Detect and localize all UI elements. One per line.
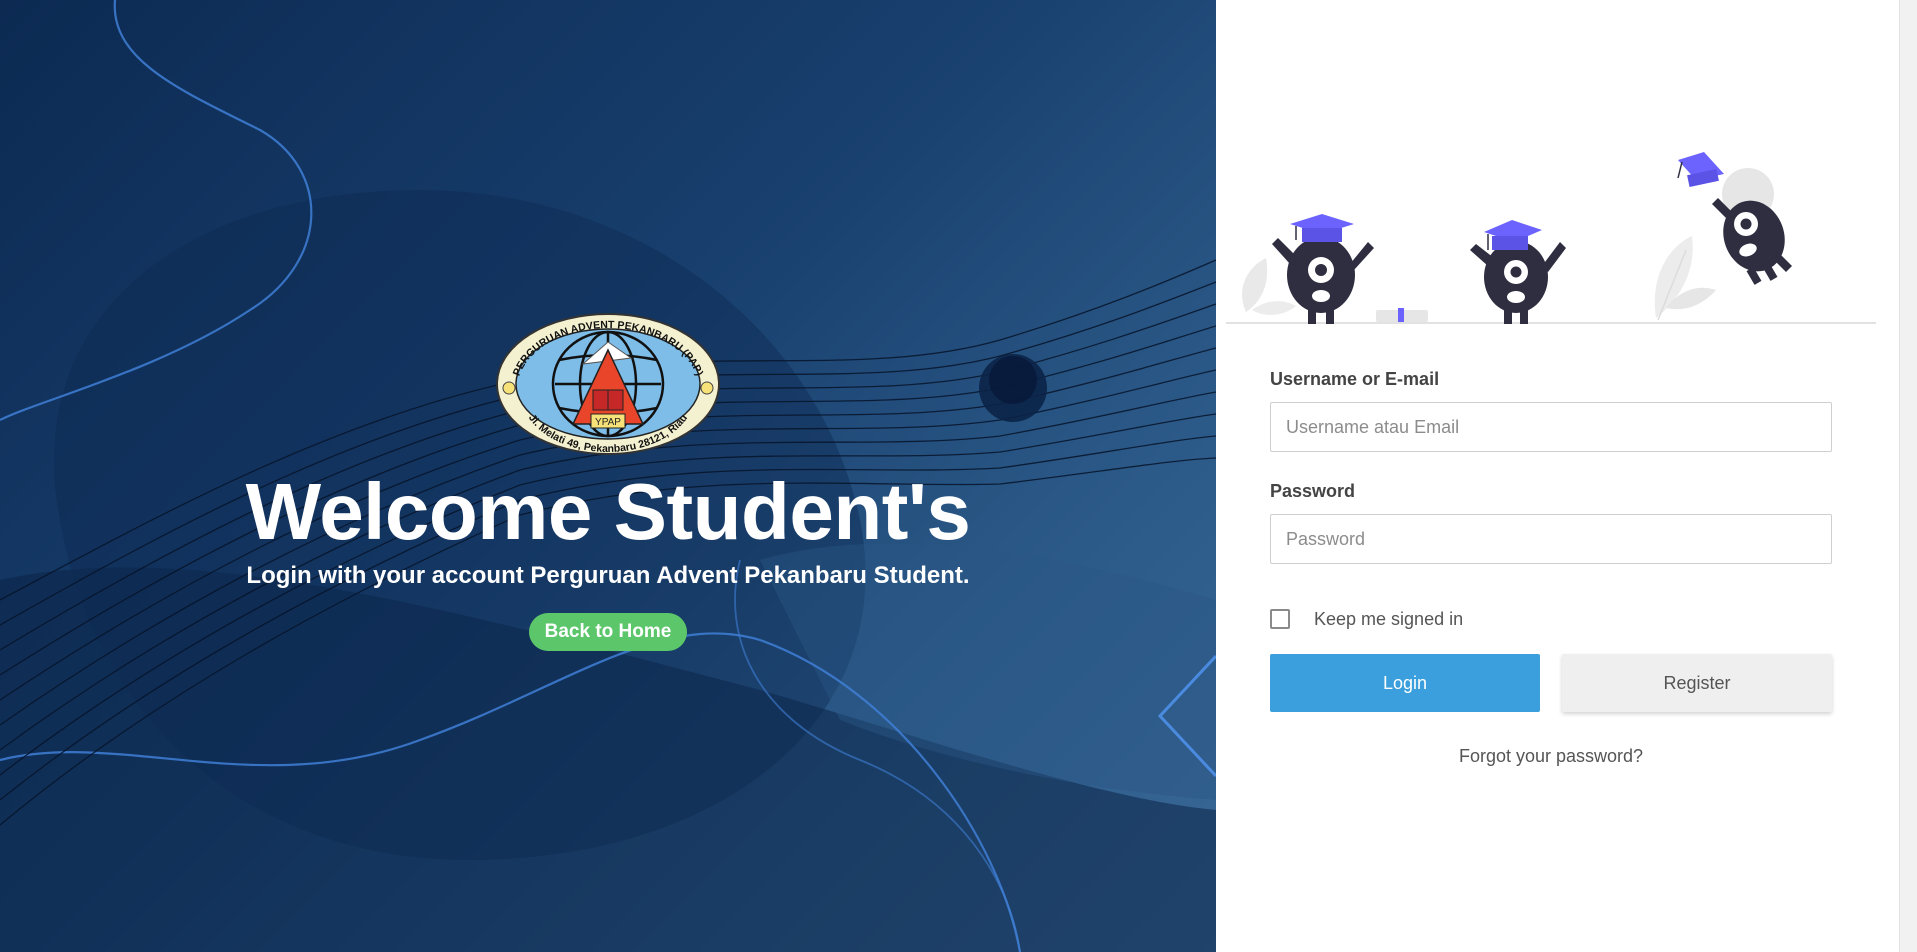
login-panel: Username or E-mail Password Keep me sign… (1216, 0, 1899, 952)
username-label: Username or E-mail (1270, 369, 1440, 389)
graduation-mascots-illustration (1226, 152, 1876, 324)
welcome-title: Welcome Student's (245, 467, 971, 556)
remember-me-row: Keep me signed in (1270, 606, 1832, 632)
register-button[interactable]: Register (1562, 654, 1832, 712)
page-scrollbar[interactable] (1899, 0, 1917, 952)
password-label: Password (1270, 481, 1356, 501)
username-input[interactable] (1270, 402, 1832, 452)
school-logo-icon: YPAP PERGURUAN ADVENT PEKANBARU (PAP) Jl… (496, 313, 720, 455)
welcome-subtitle: Login with your account Perguruan Advent… (246, 562, 970, 589)
svg-text:YPAP: YPAP (595, 417, 621, 428)
hero-section: YPAP PERGURUAN ADVENT PEKANBARU (PAP) Jl… (0, 0, 1216, 952)
remember-me-checkbox[interactable] (1270, 609, 1290, 629)
remember-me-label[interactable]: Keep me signed in (1314, 609, 1463, 630)
back-to-home-button[interactable]: Back to Home (528, 613, 688, 651)
hero-content: YPAP PERGURUAN ADVENT PEKANBARU (PAP) Jl… (0, 312, 1216, 651)
login-button[interactable]: Login (1270, 654, 1540, 712)
password-input[interactable] (1270, 514, 1832, 564)
login-form: Username or E-mail Password Keep me sign… (1270, 368, 1832, 767)
form-actions: Login Register (1270, 654, 1832, 712)
forgot-password-link[interactable]: Forgot your password? (1270, 746, 1832, 767)
